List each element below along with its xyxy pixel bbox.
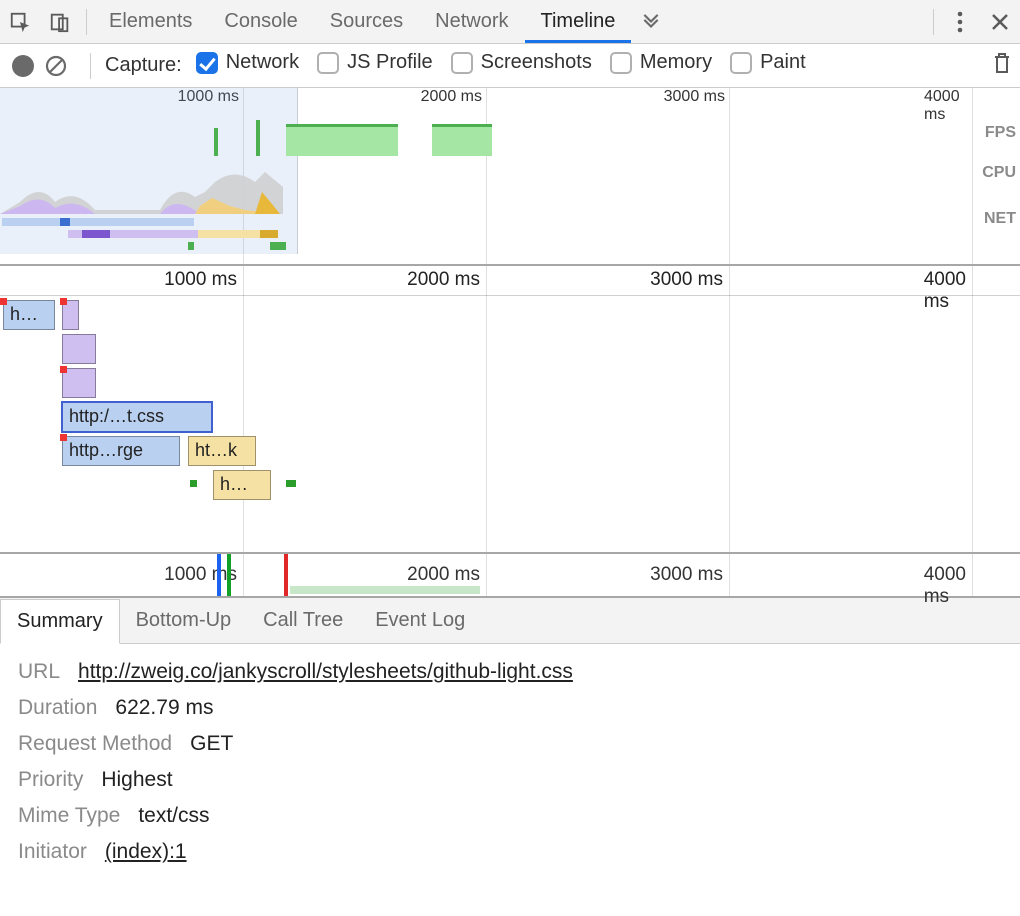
summary-priority: Highest [101,768,172,792]
network-request-bar[interactable]: http:/…t.css [62,402,212,432]
timeline-flame-chart[interactable]: 1000 ms 2000 ms 3000 ms 4000 ms h… http:/… [0,266,1020,554]
divider [86,9,87,35]
tab-sources[interactable]: Sources [314,0,419,43]
more-tabs-icon[interactable] [631,9,671,35]
event-marker [217,554,221,596]
kebab-menu-icon[interactable] [940,0,980,44]
tick: 3000 ms [650,269,729,291]
tab-elements[interactable]: Elements [93,0,208,43]
network-request-bar[interactable] [62,368,96,398]
network-request-bar[interactable]: h… [3,300,55,330]
capture-option-network[interactable]: Network [196,51,299,74]
timing-marker [289,480,296,487]
capture-option-memory[interactable]: Memory [610,51,712,74]
tick: 2000 ms [421,88,486,106]
tick: 3000 ms [650,564,729,586]
checkbox-icon [317,52,339,74]
inspect-element-icon[interactable] [0,0,40,44]
tick: 1000 ms [164,564,243,586]
tick: 4000 ms [924,269,972,313]
tick: 1000 ms [164,269,243,291]
timeline-overview[interactable]: 1000 ms 2000 ms 3000 ms 4000 ms FPS CPU … [0,88,1020,266]
summary-label-url: URL [18,660,60,684]
tab-timeline[interactable]: Timeline [525,0,632,43]
capture-option-paint[interactable]: Paint [730,51,806,74]
capture-option-js-profile[interactable]: JS Profile [317,51,433,74]
summary-label-mime: Mime Type [18,804,120,828]
summary-method: GET [190,732,233,756]
tick: 3000 ms [664,88,729,106]
network-request-bar[interactable]: http…rge [62,436,180,466]
checkbox-icon [196,52,218,74]
capture-option-screenshots[interactable]: Screenshots [451,51,592,74]
tick: 4000 ms [924,564,972,608]
network-request-bar[interactable]: h… [213,470,271,500]
divider [933,9,934,35]
details-tab-call-tree[interactable]: Call Tree [247,598,359,643]
summary-label-method: Request Method [18,732,172,756]
tick: 2000 ms [407,269,486,291]
checkbox-icon [730,52,752,74]
devtools-toolbar: Elements Console Sources Network Timelin… [0,0,1020,44]
timeline-marker-ruler[interactable]: 1000 ms 2000 ms 3000 ms 4000 ms [0,554,1020,598]
summary-mime: text/css [138,804,209,828]
tab-network[interactable]: Network [419,0,524,43]
checkbox-icon [451,52,473,74]
timing-marker [190,480,197,487]
details-tab-event-log[interactable]: Event Log [359,598,481,643]
details-tabs: Summary Bottom-Up Call Tree Event Log [0,598,1020,644]
network-request-bar[interactable]: ht…k [188,436,256,466]
priority-indicator [0,298,7,305]
tick: 2000 ms [407,564,486,586]
summary-label-duration: Duration [18,696,97,720]
toggle-device-toolbar-icon[interactable] [40,0,80,44]
divider [90,53,91,79]
summary-label-initiator: Initiator [18,840,87,864]
event-marker [284,554,288,596]
event-marker [227,554,231,596]
capture-label: Capture: [105,54,182,77]
details-tab-bottom-up[interactable]: Bottom-Up [120,598,248,643]
summary-initiator-link[interactable]: (index):1 [105,840,187,864]
capture-toolbar: Capture: Network JS Profile Screenshots Mem… [0,44,1020,88]
summary-url-link[interactable]: http://zweig.co/jankyscroll/stylesheets/… [78,660,573,684]
priority-indicator [60,298,67,305]
panel-tabs: Elements Console Sources Network Timelin… [93,0,631,43]
network-request-bar[interactable] [62,334,96,364]
close-icon[interactable] [980,0,1020,44]
priority-indicator [60,434,67,441]
tab-console[interactable]: Console [208,0,313,43]
summary-duration: 622.79 ms [115,696,213,720]
priority-indicator [60,366,67,373]
clear-icon[interactable] [44,54,68,78]
summary-label-priority: Priority [18,768,83,792]
summary-panel: URL http://zweig.co/jankyscroll/styleshee… [0,644,1020,880]
record-button[interactable] [12,55,34,77]
details-tab-summary[interactable]: Summary [0,599,120,644]
trash-icon[interactable] [994,52,1010,80]
checkbox-icon [610,52,632,74]
